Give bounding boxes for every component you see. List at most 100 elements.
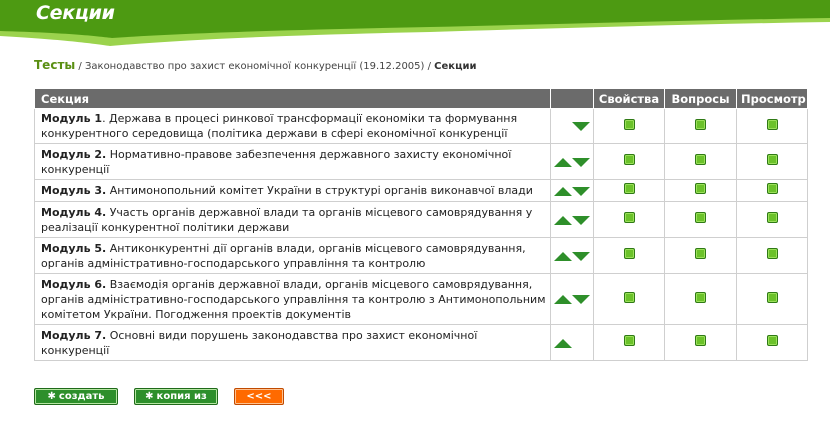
preview-cell — [736, 201, 808, 238]
breadcrumb-separator: / — [75, 61, 85, 72]
questions-icon[interactable] — [695, 291, 706, 303]
module-title[interactable]: Держава в процесі ринкової трансформації… — [41, 112, 517, 140]
module-title[interactable]: Основні види порушень законодавства про … — [41, 329, 477, 357]
table-row: Модуль 6. Взаємодія органів державної вл… — [34, 273, 808, 325]
properties-cell — [593, 179, 665, 202]
questions-icon[interactable] — [695, 212, 706, 223]
star-icon: ✱ — [145, 391, 154, 402]
properties-cell — [593, 237, 665, 274]
preview-icon[interactable] — [766, 248, 778, 259]
move-up-icon[interactable] — [554, 338, 572, 348]
section-title-cell: Модуль 6. Взаємодія органів державної вл… — [34, 273, 551, 325]
breadcrumb-current: Секции — [434, 61, 477, 72]
properties-icon[interactable] — [623, 154, 635, 165]
questions-cell — [664, 237, 737, 274]
questions-cell — [664, 324, 737, 361]
properties-icon[interactable] — [623, 335, 635, 346]
preview-icon[interactable] — [766, 118, 778, 130]
module-title[interactable]: Антиконкурентні дії органів влади, орган… — [41, 242, 526, 270]
module-title[interactable]: Взаємодія органів державної влади, орган… — [41, 278, 546, 321]
properties-icon[interactable] — [623, 291, 635, 303]
order-cell — [550, 324, 594, 361]
questions-cell — [664, 143, 737, 180]
preview-icon[interactable] — [766, 212, 778, 223]
preview-icon[interactable] — [766, 154, 778, 165]
section-title-cell: Модуль 2. Нормативно-правове забезпеченн… — [34, 143, 551, 180]
questions-icon[interactable] — [695, 183, 706, 194]
create-button[interactable]: ✱ создать — [34, 388, 118, 405]
properties-cell — [593, 324, 665, 361]
properties-cell — [593, 108, 665, 144]
preview-cell — [736, 179, 808, 202]
move-up-icon[interactable] — [554, 295, 572, 304]
table-header-row: Секция Свойства Вопросы Просмотр — [34, 88, 808, 109]
breadcrumb-tests-link[interactable]: Тесты — [34, 58, 75, 72]
questions-cell — [664, 273, 737, 325]
back-button[interactable]: <<< — [234, 388, 284, 405]
module-title[interactable]: Участь органів державної влади та органі… — [41, 206, 532, 234]
breadcrumb: Тесты / Законодавство про захист економі… — [34, 58, 477, 72]
preview-icon[interactable] — [766, 335, 778, 346]
section-title-cell: Модуль 4. Участь органів державної влади… — [34, 201, 551, 238]
order-cell — [550, 179, 594, 202]
column-header-section: Секция — [34, 88, 551, 109]
column-header-order — [550, 88, 594, 109]
preview-cell — [736, 237, 808, 274]
properties-icon[interactable] — [623, 183, 635, 194]
module-number: Модуль 4. — [41, 205, 107, 219]
questions-icon[interactable] — [695, 154, 706, 165]
page-title: Секции — [36, 2, 115, 24]
questions-icon[interactable] — [695, 335, 706, 346]
breadcrumb-separator: / — [424, 61, 435, 72]
questions-icon[interactable] — [695, 248, 706, 259]
order-cell — [550, 201, 594, 238]
preview-icon[interactable] — [766, 183, 778, 194]
move-down-icon[interactable] — [572, 157, 590, 167]
move-up-icon[interactable] — [554, 157, 572, 167]
order-cell — [550, 273, 594, 325]
move-down-icon[interactable] — [572, 186, 590, 196]
module-number: Модуль 5. — [41, 241, 107, 255]
properties-cell — [593, 143, 665, 180]
properties-icon[interactable] — [623, 212, 635, 223]
properties-cell — [593, 273, 665, 325]
properties-icon[interactable] — [623, 248, 635, 259]
preview-icon[interactable] — [766, 291, 778, 303]
sections-table: Секция Свойства Вопросы Просмотр Модуль … — [34, 88, 808, 361]
module-number: Модуль 6. — [41, 277, 107, 291]
module-title[interactable]: Антимонопольний комітет України в структ… — [106, 184, 533, 197]
copy-from-button-label: копия из — [156, 391, 207, 402]
move-down-icon[interactable] — [572, 251, 590, 261]
module-number: Модуль 2. — [41, 147, 107, 161]
move-down-icon[interactable] — [572, 215, 590, 225]
properties-cell — [593, 201, 665, 238]
table-row: Модуль 1. Держава в процесі ринкової тра… — [34, 108, 808, 144]
section-title-cell: Модуль 7. Основні види порушень законода… — [34, 324, 551, 361]
section-title-cell: Модуль 1. Держава в процесі ринкової тра… — [34, 108, 551, 144]
move-down-icon[interactable] — [572, 295, 590, 304]
module-number: Модуль 3. — [41, 184, 107, 197]
header-banner-graphic — [0, 0, 830, 46]
move-down-icon[interactable] — [572, 122, 590, 131]
move-up-icon[interactable] — [554, 215, 572, 225]
move-up-icon[interactable] — [554, 186, 572, 196]
preview-cell — [736, 143, 808, 180]
copy-from-button[interactable]: ✱ копия из — [134, 388, 218, 405]
table-row: Модуль 5. Антиконкурентні дії органів вл… — [34, 237, 808, 274]
table-row: Модуль 7. Основні види порушень законода… — [34, 324, 808, 361]
section-title-cell: Модуль 3. Антимонопольний комітет Україн… — [34, 179, 551, 202]
module-title[interactable]: Нормативно-правове забезпечення державно… — [41, 148, 511, 176]
order-cell — [550, 143, 594, 180]
create-button-label: создать — [58, 391, 105, 402]
properties-icon[interactable] — [623, 118, 635, 130]
column-header-preview: Просмотр — [736, 88, 808, 109]
back-button-label: <<< — [246, 391, 272, 402]
questions-cell — [664, 108, 737, 144]
questions-icon[interactable] — [695, 118, 706, 130]
order-cell — [550, 237, 594, 274]
order-cell — [550, 108, 594, 144]
page-header: Секции — [0, 0, 830, 48]
move-up-icon[interactable] — [554, 251, 572, 261]
column-header-questions: Вопросы — [664, 88, 737, 109]
breadcrumb-test-name[interactable]: Законодавство про захист економічної кон… — [85, 61, 424, 72]
